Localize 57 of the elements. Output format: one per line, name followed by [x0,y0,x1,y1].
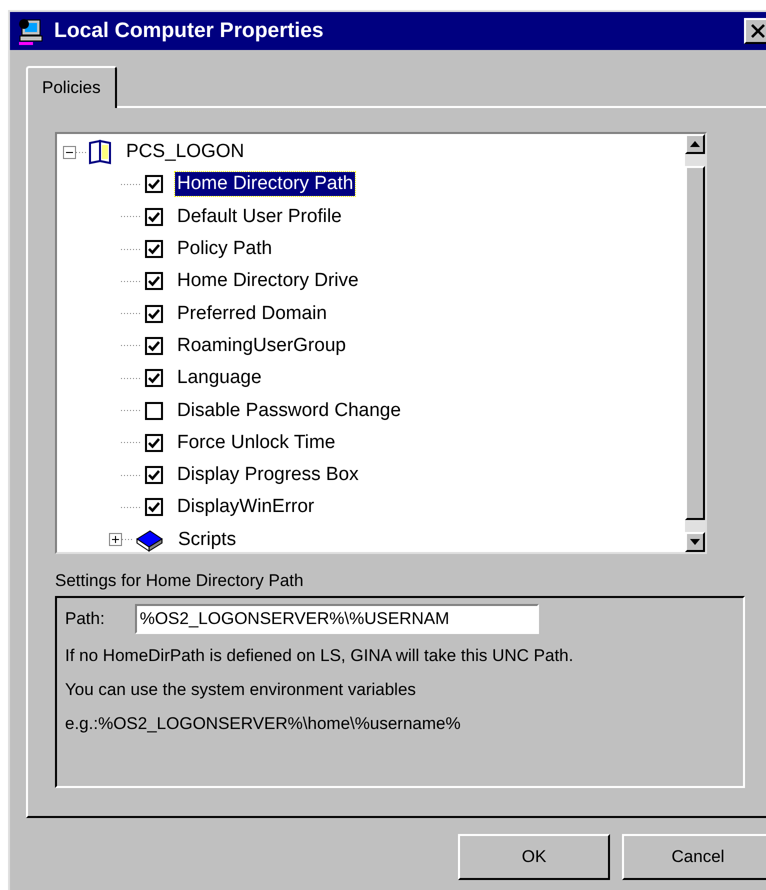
tree-connector-line [121,313,141,314]
tree-item[interactable]: RoamingUserGroup [175,334,348,358]
checkbox[interactable] [145,434,163,452]
expand-icon[interactable] [109,533,122,546]
tree-connector-line [121,216,141,218]
tree-connector-line [121,184,141,185]
tree-item[interactable]: Display Progress Box [175,463,361,488]
tree-item[interactable]: Default User Profile [175,204,344,229]
tree-item[interactable]: Preferred Domain [175,302,329,326]
scroll-thumb[interactable] [685,166,705,520]
help-text: e.g.:%OS2_LOGONSERVER%\home\%username% [65,713,462,735]
tree-item[interactable]: Disable Password Change [175,398,403,423]
tree-connector-line [76,152,88,153]
path-input[interactable]: %OS2_LOGONSERVER%\%USERNAM [134,604,539,634]
tree-connector-line [121,474,141,476]
help-text: If no HomeDirPath is defiened on LS, GINA will take this UNC Path. [65,645,574,667]
close-button[interactable] [744,18,766,44]
tree-item[interactable]: Language [175,366,264,390]
policies-tab[interactable]: Policies [26,66,117,108]
tree-connector-line [121,378,141,379]
settings-title: Settings for Home Directory Path [55,570,304,592]
tree-item[interactable]: Policy Path [175,237,274,262]
checkbox[interactable] [145,369,163,388]
checkbox[interactable] [145,498,163,516]
path-label: Path: [65,608,105,630]
tree-item[interactable]: Force Unlock Time [175,430,338,455]
scroll-down-button[interactable] [685,532,705,552]
tree-connector-line [121,442,141,444]
tree-item[interactable]: Home Directory Drive [175,269,361,294]
tree-connector-line [121,345,141,346]
checkbox[interactable] [145,272,163,290]
down-arrow-icon [690,539,700,545]
open-book-icon [88,139,112,166]
checkbox[interactable] [145,402,163,420]
tree-connector-line [121,280,141,282]
tree-item[interactable]: DisplayWinError [175,495,316,520]
scroll-up-button[interactable] [685,134,705,154]
checkbox[interactable] [145,208,163,226]
ok-button[interactable]: OK [458,834,610,880]
tree-connector-line [121,506,141,508]
tree-connector-line [122,539,134,540]
up-arrow-icon [690,141,700,147]
tree-item[interactable]: Home Directory Path [175,172,356,196]
tree-connector-line [121,410,141,412]
tree-connector-line [121,248,141,250]
tree-item[interactable]: PCS_LOGON [124,140,246,164]
help-text: You can use the system environment variables [65,679,417,701]
collapse-icon[interactable] [63,146,76,159]
checkbox[interactable] [145,240,163,258]
checkbox[interactable] [145,466,163,484]
tree-item[interactable]: Scripts [176,528,238,552]
cancel-button[interactable]: Cancel [622,834,766,880]
window-title: Local Computer Properties [54,18,324,44]
close-icon [751,24,765,38]
checkbox[interactable] [145,304,163,323]
checkbox[interactable] [145,336,163,355]
checkbox[interactable] [145,175,163,194]
